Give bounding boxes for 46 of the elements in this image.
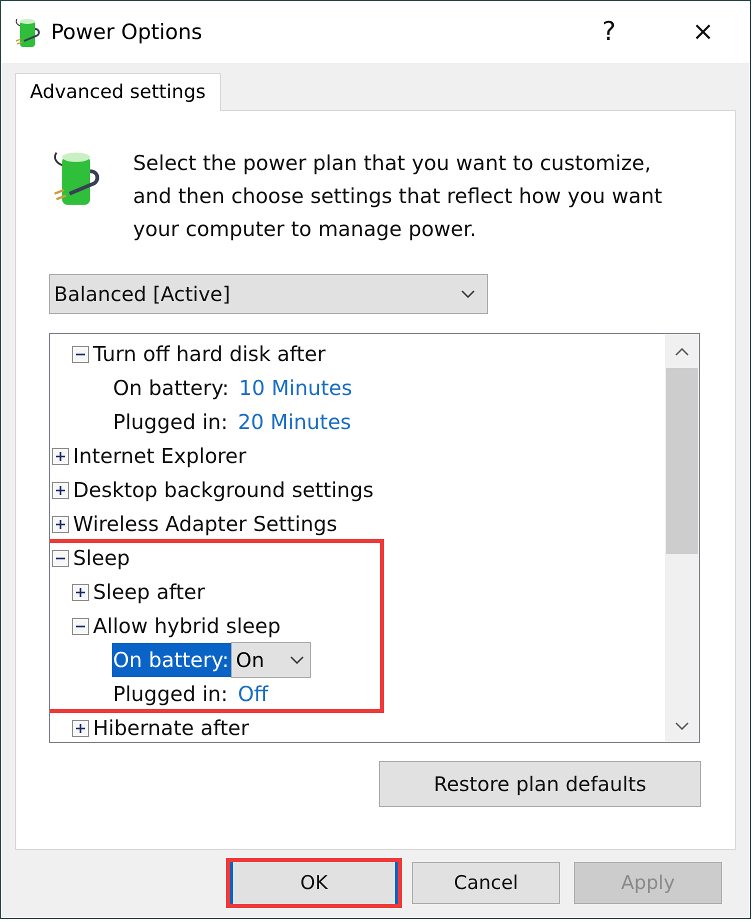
tree-item[interactable]: Hibernate after	[92, 711, 252, 742]
setting-label[interactable]: On battery:	[112, 643, 231, 677]
tree-item[interactable]: Desktop background settings	[72, 473, 376, 507]
setting-value-link[interactable]: 20 Minutes	[238, 410, 352, 434]
dialog-button[interactable]: OK	[226, 858, 402, 908]
scroll-down-icon[interactable]	[675, 722, 689, 730]
tree-item[interactable]: Allow hybrid sleep	[92, 609, 283, 643]
expand-toggle[interactable]	[52, 550, 69, 566]
plus-icon	[55, 484, 66, 496]
plan-value: Balanced [Active]	[54, 282, 230, 306]
tree-item[interactable]: Wireless Adapter Settings	[72, 507, 340, 541]
plus-icon	[75, 586, 86, 598]
expand-toggle[interactable]	[72, 618, 89, 634]
expand-toggle[interactable]	[72, 584, 89, 600]
setting-value-link[interactable]: Off	[238, 682, 268, 706]
value-text: On	[236, 648, 264, 672]
window-title: Power Options	[51, 20, 204, 44]
tree-item[interactable]: Sleep	[72, 541, 132, 575]
plus-icon	[75, 722, 86, 734]
value-dropdown[interactable]: On	[230, 642, 311, 678]
setting-value-link[interactable]: 10 Minutes	[238, 376, 352, 400]
tree-item[interactable]: Sleep after	[92, 575, 207, 609]
restore-defaults-button[interactable]: Restore plan defaults	[379, 761, 701, 807]
intro-text: Select the power plan that you want to customize, and then choose settings that reflect how you want your computer to manage power.	[133, 150, 664, 243]
expand-toggle[interactable]	[52, 482, 69, 498]
plus-icon	[55, 450, 66, 462]
setting-label[interactable]: Plugged in:	[112, 405, 230, 439]
scroll-thumb[interactable]	[666, 368, 698, 554]
plus-icon	[55, 518, 66, 530]
dialog-button[interactable]: Cancel	[412, 862, 560, 904]
setting-label[interactable]: On battery:	[112, 371, 231, 405]
expand-toggle[interactable]	[52, 448, 69, 464]
scrollbar[interactable]	[665, 334, 699, 742]
scroll-up-icon[interactable]	[675, 348, 689, 356]
close-button[interactable]: ×	[656, 1, 750, 63]
expand-toggle[interactable]	[52, 516, 69, 532]
tab[interactable]: Advanced settings	[15, 73, 221, 111]
plan-dropdown[interactable]: Balanced [Active]	[49, 274, 488, 314]
tree-item[interactable]: Turn off hard disk after	[92, 337, 328, 371]
expand-toggle[interactable]	[72, 720, 89, 736]
caret-icon	[290, 656, 304, 664]
caret-icon	[461, 290, 475, 298]
expand-toggle[interactable]	[72, 346, 89, 362]
setting-label[interactable]: Plugged in:	[112, 677, 230, 711]
tree-item[interactable]: Internet Explorer	[72, 439, 248, 473]
help-button[interactable]: ?	[562, 1, 656, 63]
